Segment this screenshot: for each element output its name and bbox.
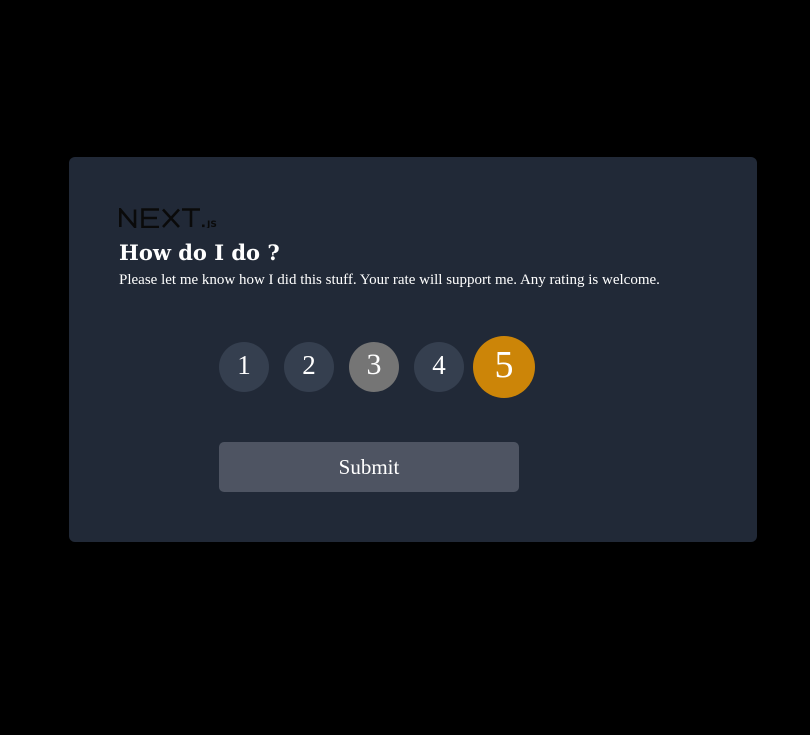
rating-group: 1 2 3 4 5: [219, 336, 559, 398]
rating-option-3[interactable]: 3: [349, 342, 399, 392]
submit-button[interactable]: Submit: [219, 442, 519, 492]
rating-option-2[interactable]: 2: [284, 342, 334, 392]
rating-option-1[interactable]: 1: [219, 342, 269, 392]
subtitle-text: Please let me know how I did this stuff.…: [119, 272, 660, 288]
svg-text:JS: JS: [206, 220, 217, 228]
nextjs-logo: JS: [119, 208, 217, 228]
rating-card: JS How do I do ? Please let me know how …: [69, 157, 757, 542]
rating-option-5[interactable]: 5: [473, 336, 535, 398]
rating-option-4[interactable]: 4: [414, 342, 464, 392]
page-title: How do I do ?: [119, 240, 280, 265]
